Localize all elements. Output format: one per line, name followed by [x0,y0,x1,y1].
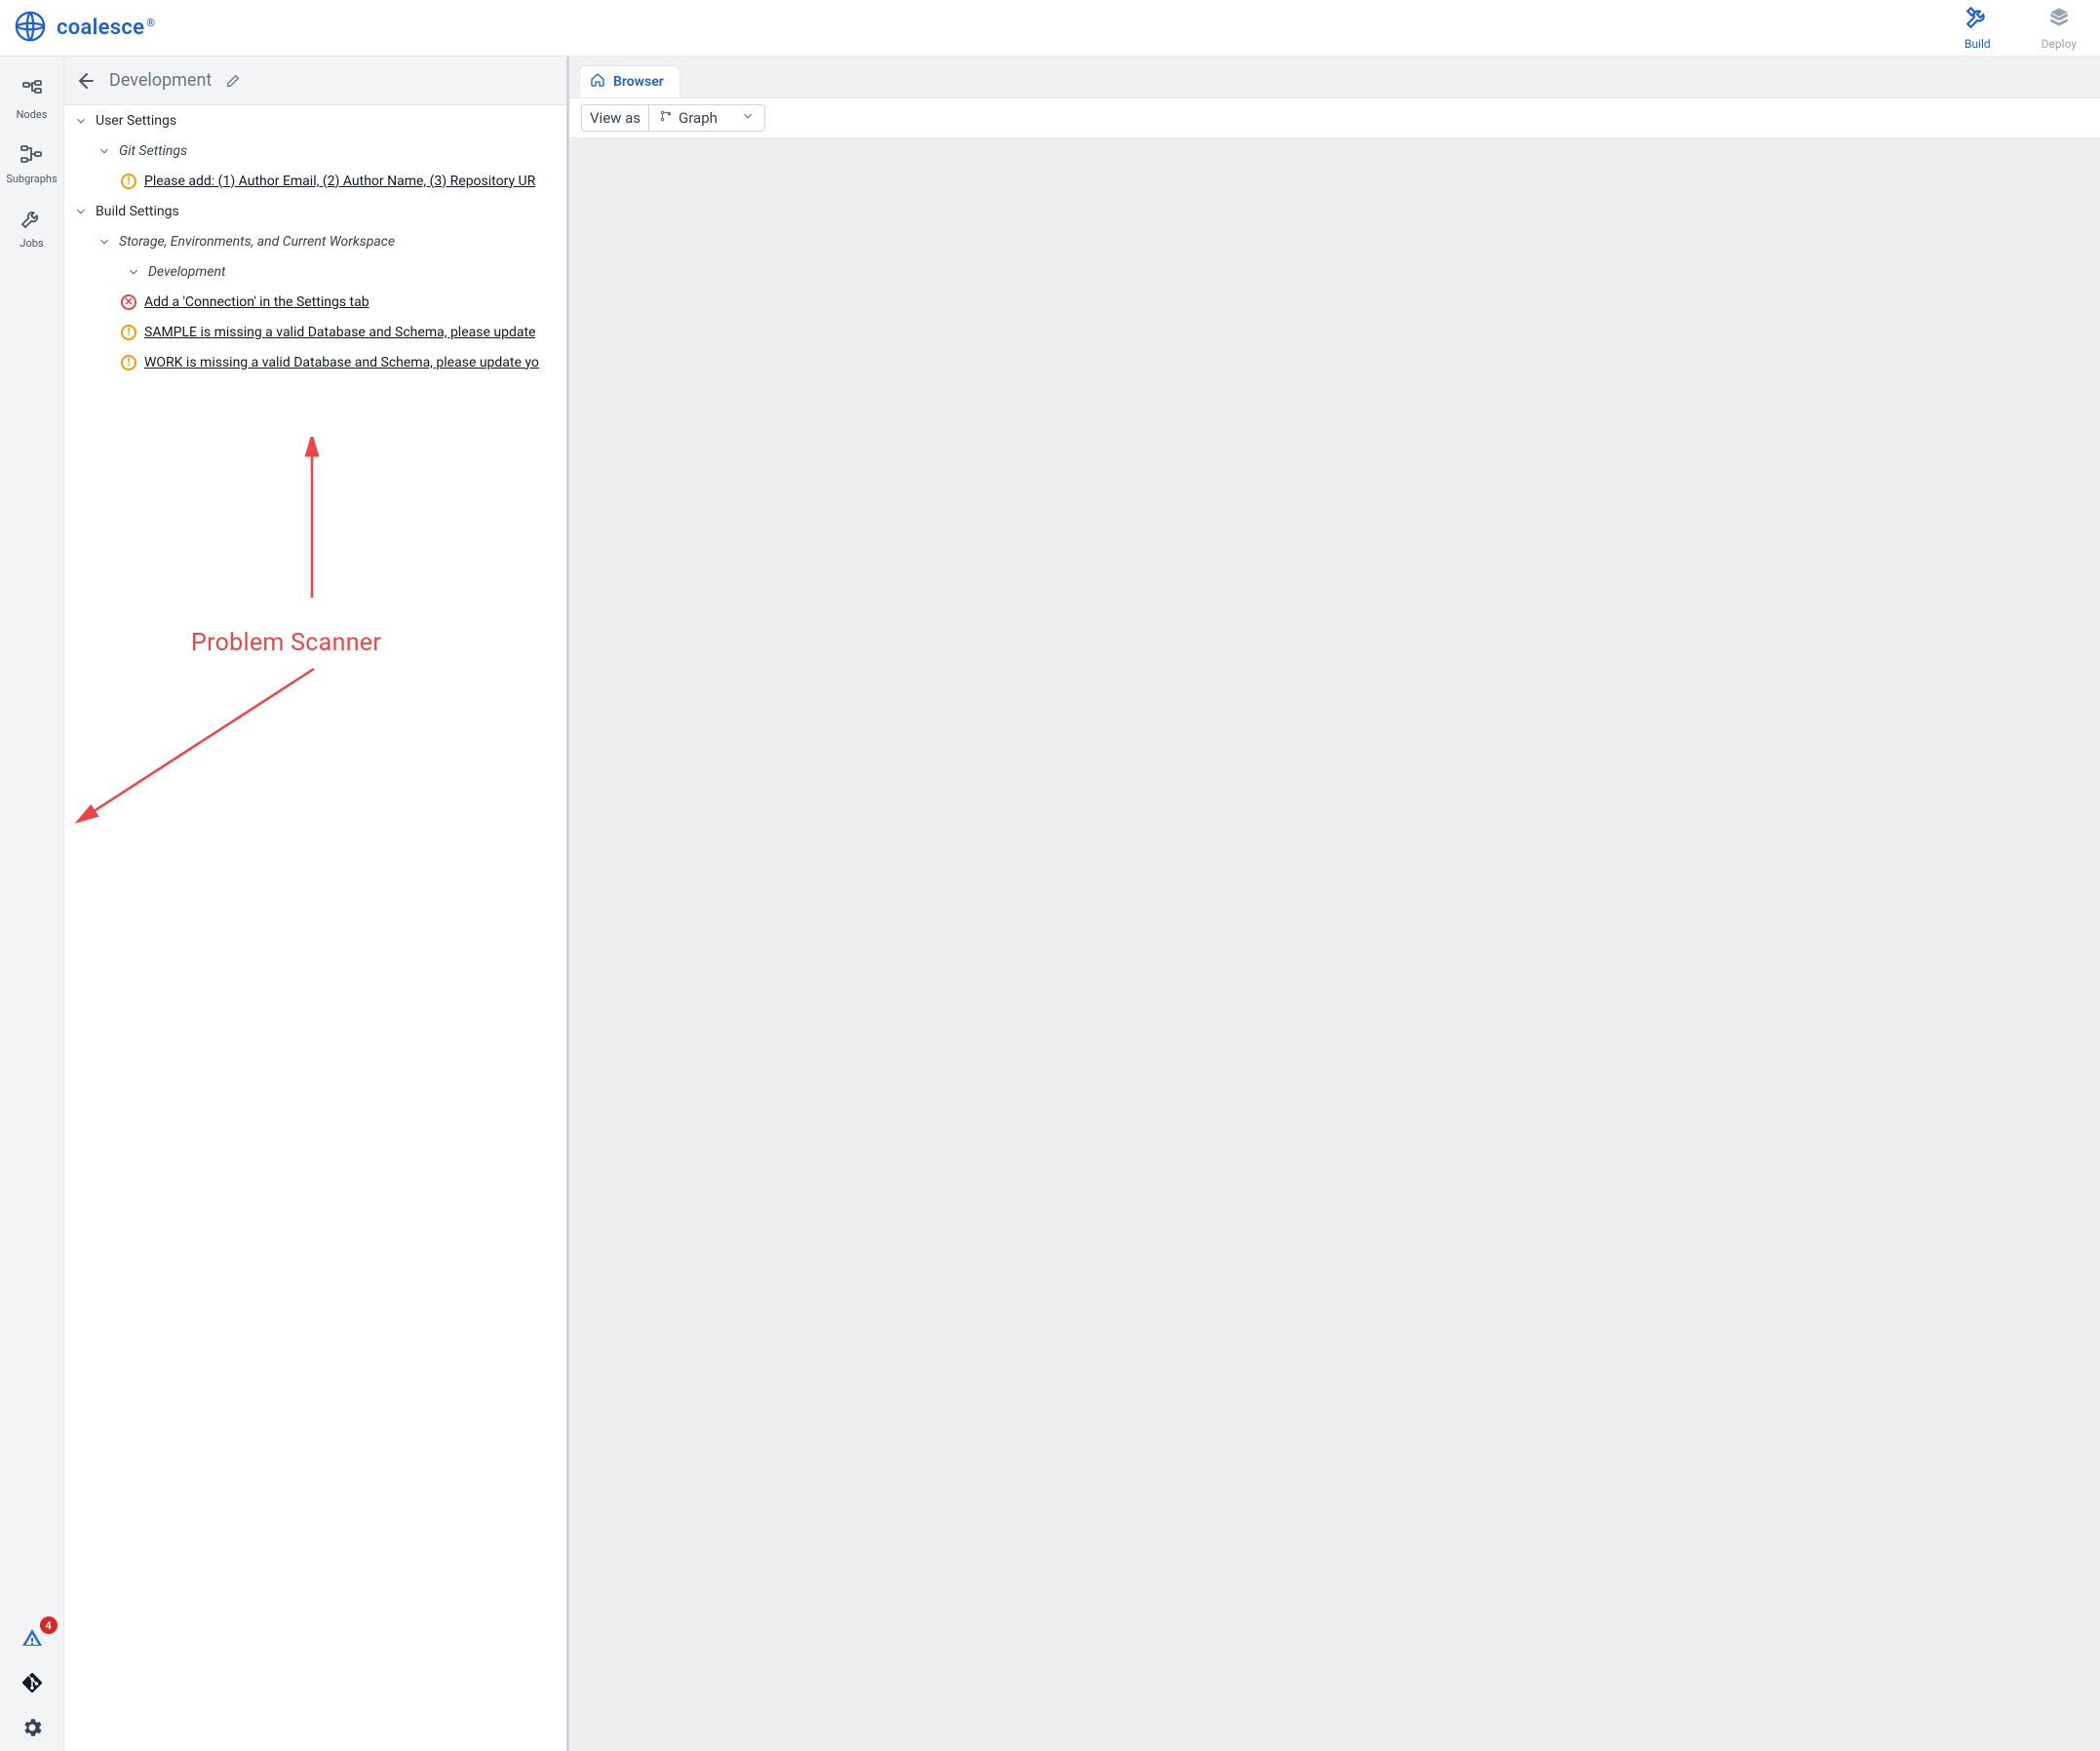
tree-work-issue[interactable]: ! WORK is missing a valid Database and S… [64,347,566,377]
home-icon [590,72,605,92]
workspace-tabstrip: Browser [569,57,2100,97]
build-label: Build [1964,37,1991,51]
deploy-label: Deploy [2042,37,2077,51]
wrench-icon [19,207,43,233]
tree-sample-issue-label: SAMPLE is missing a valid Database and S… [144,325,535,340]
tree-git-settings[interactable]: Git Settings [64,136,566,166]
tree-development[interactable]: Development [64,256,566,287]
tree-conn-issue[interactable]: ✕ Add a 'Connection' in the Settings tab [64,287,566,317]
tree-user-settings[interactable]: User Settings [64,105,566,136]
warning-icon: ! [121,325,136,340]
problem-count-badge: 4 [40,1616,58,1634]
workspace-toolbar: View as Graph [569,97,2100,138]
topbar-actions: Build Deploy [1964,5,2077,51]
workspace-canvas[interactable] [569,138,2100,1751]
warning-icon: ! [121,355,136,370]
tree-sample-issue[interactable]: ! SAMPLE is missing a valid Database and… [64,317,566,347]
branch-icon [659,109,673,127]
rail-item-nodes[interactable]: Nodes [17,78,48,121]
rail-nodes-label: Nodes [17,108,48,121]
tree-conn-issue-label: Add a 'Connection' in the Settings tab [144,294,369,310]
tree-git-settings-label: Git Settings [119,143,187,159]
brand: coalesce® [14,10,155,47]
left-rail: Nodes Subgraphs Jobs [0,57,64,1751]
tree-build-settings-label: Build Settings [96,204,179,219]
nodes-icon [20,78,44,104]
error-icon: ✕ [121,294,136,310]
subgraphs-icon [19,142,43,169]
tree-git-issue-label: Please add: (1) Author Email, (2) Author… [144,174,535,189]
tree-git-issue[interactable]: ! Please add: (1) Author Email, (2) Auth… [64,166,566,196]
settings-button[interactable] [20,1716,44,1739]
tab-browser[interactable]: Browser [579,65,681,97]
rail-item-jobs[interactable]: Jobs [19,207,43,250]
tab-browser-label: Browser [613,74,664,90]
tree-user-settings-label: User Settings [96,113,176,129]
chevron-down-icon [741,109,755,127]
build-tab[interactable]: Build [1964,5,1991,51]
viewas-value: Graph [679,109,718,127]
git-button[interactable] [20,1671,44,1694]
brand-name: coalesce® [57,16,155,40]
tree-storage-env[interactable]: Storage, Environments, and Current Works… [64,226,566,256]
rail-bottom: 4 [0,1626,63,1739]
deploy-icon [2046,5,2072,33]
shell: Nodes Subgraphs Jobs [0,57,2100,1751]
rail-item-subgraphs[interactable]: Subgraphs [6,142,57,185]
edit-icon[interactable] [225,73,241,89]
explorer-panel: Development User Settings Git Settings !… [64,57,569,1751]
viewas-select[interactable]: Graph [648,104,765,132]
rail-jobs-label: Jobs [19,237,43,250]
tree-build-settings[interactable]: Build Settings [64,196,566,226]
brand-logo-icon [14,10,47,47]
warning-icon: ! [121,174,136,189]
topbar: coalesce® Build Deploy [0,0,2100,57]
deploy-tab[interactable]: Deploy [2042,5,2077,51]
problem-scanner-button[interactable]: 4 [20,1626,44,1650]
workspace: Browser View as Graph [569,57,2100,1751]
back-icon[interactable] [72,69,96,93]
explorer-title: Development [109,70,212,91]
tools-icon [1964,5,1990,33]
tree-storage-env-label: Storage, Environments, and Current Works… [119,234,395,250]
viewas-label: View as [581,104,648,132]
tree-work-issue-label: WORK is missing a valid Database and Sch… [144,355,539,370]
tree-development-label: Development [148,264,225,280]
problem-tree: User Settings Git Settings ! Please add:… [64,105,566,1751]
explorer-header: Development [64,57,566,105]
rail-subgraphs-label: Subgraphs [6,173,57,185]
